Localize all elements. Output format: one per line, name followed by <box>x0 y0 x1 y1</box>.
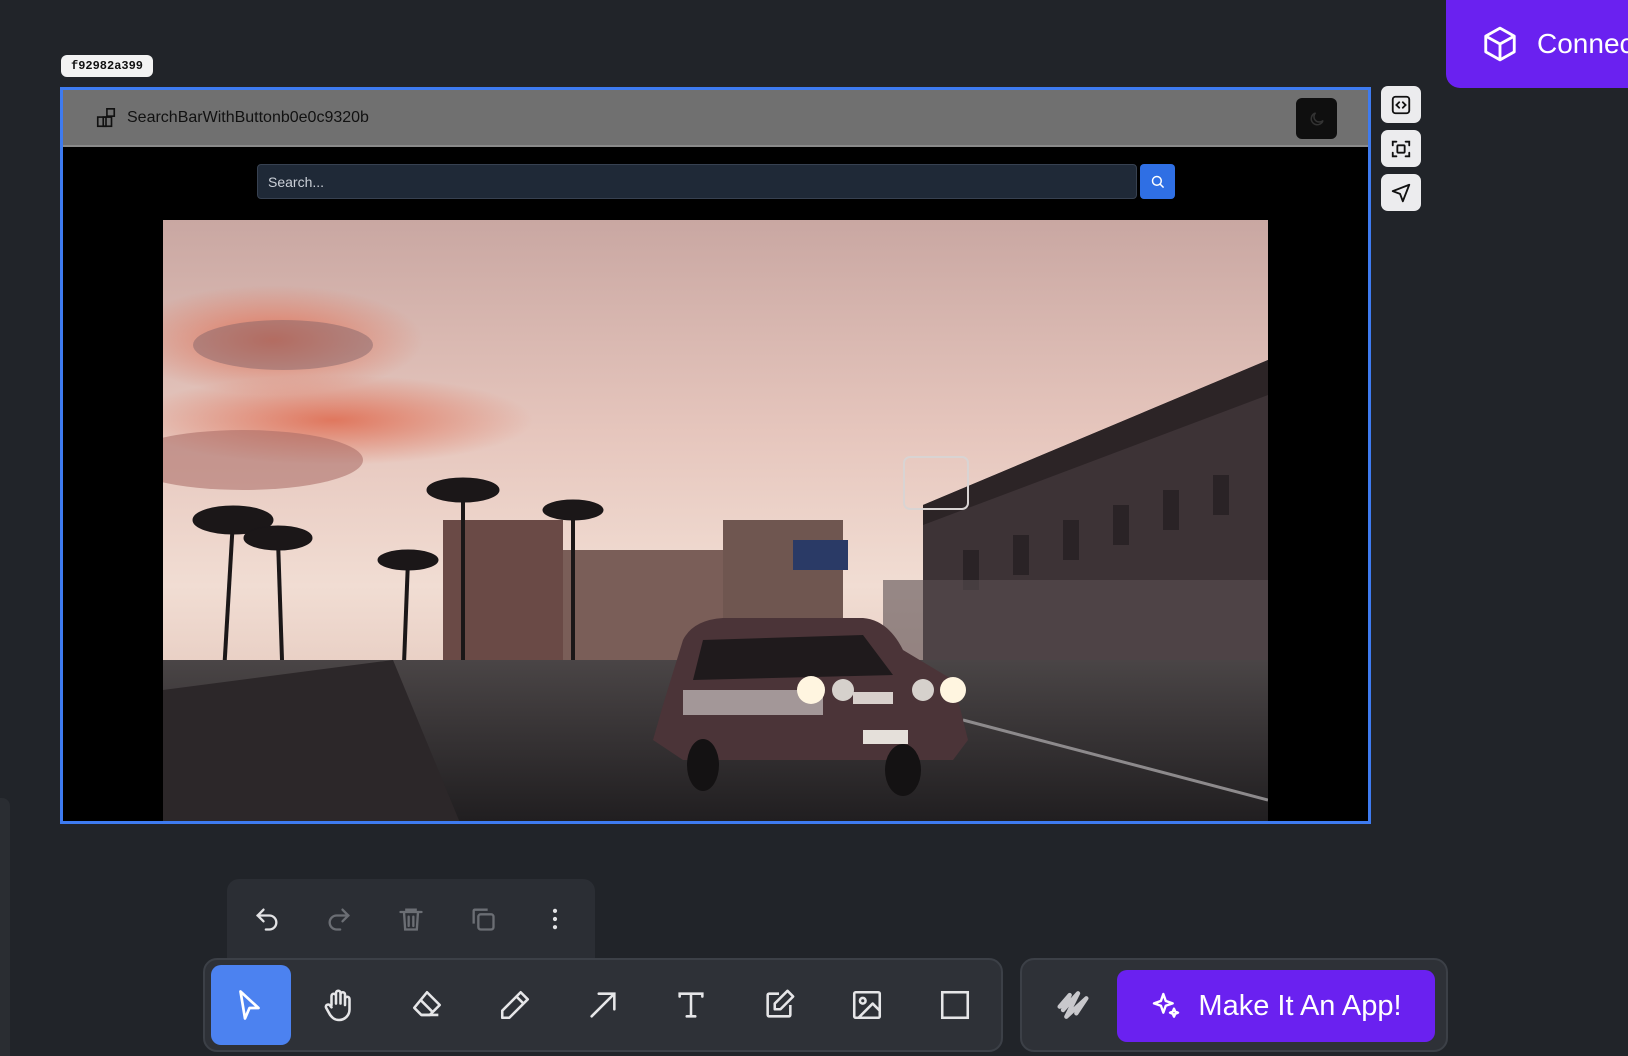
frame-body <box>63 147 1368 821</box>
delete-button[interactable] <box>393 901 429 937</box>
send-icon <box>1390 182 1412 204</box>
duplicate-icon <box>469 905 497 933</box>
select-tool[interactable] <box>211 965 291 1045</box>
rectangle-icon <box>938 988 972 1022</box>
image-tool[interactable] <box>827 965 907 1045</box>
rectangle-tool[interactable] <box>915 965 995 1045</box>
more-options-button[interactable] <box>537 901 573 937</box>
redo-icon <box>325 905 353 933</box>
eraser-icon <box>410 988 444 1022</box>
component-icon <box>95 107 117 129</box>
hand-tool[interactable] <box>299 965 379 1045</box>
drawing-toolbar <box>203 958 1003 1052</box>
frame-id-tag: f92982a399 <box>61 55 154 77</box>
view-code-button[interactable] <box>1381 86 1421 123</box>
arrow-icon <box>586 988 620 1022</box>
more-icon <box>541 905 569 933</box>
image-icon <box>850 988 884 1022</box>
duplicate-button[interactable] <box>465 901 501 937</box>
trash-icon <box>397 905 425 933</box>
pencil-icon <box>498 988 532 1022</box>
search-icon <box>1150 174 1165 189</box>
cursor-icon <box>233 987 269 1023</box>
ai-toolbar: Make It An App! <box>1020 958 1448 1052</box>
frame-header: SearchBarWithButtonb0e0c9320b <box>63 90 1368 147</box>
left-edge-panel <box>0 798 10 1056</box>
component-frame[interactable]: SearchBarWithButtonb0e0c9320b <box>60 87 1371 824</box>
text-tool[interactable] <box>651 965 731 1045</box>
frame-side-tools <box>1381 86 1421 211</box>
note-tool[interactable] <box>739 965 819 1045</box>
undo-button[interactable] <box>249 901 285 937</box>
text-icon <box>674 988 708 1022</box>
theme-toggle-button[interactable] <box>1296 98 1337 139</box>
connect-label: Connec <box>1537 28 1628 59</box>
arrow-tool[interactable] <box>563 965 643 1045</box>
redo-button[interactable] <box>321 901 357 937</box>
pencil-tool[interactable] <box>475 965 555 1045</box>
sparkles-icon <box>1150 990 1182 1022</box>
history-toolbar <box>227 879 595 959</box>
search-input[interactable] <box>257 164 1137 199</box>
connect-button[interactable]: Connec <box>1446 0 1628 88</box>
screenshot-icon <box>1390 138 1412 160</box>
scribble-icon <box>1053 985 1093 1025</box>
undo-icon <box>253 905 281 933</box>
moon-icon <box>1308 110 1326 128</box>
car-photo <box>163 220 1268 821</box>
make-it-an-app-button[interactable]: Make It An App! <box>1117 970 1435 1042</box>
send-button[interactable] <box>1381 174 1421 211</box>
scribble-button[interactable] <box>1040 972 1106 1038</box>
code-icon <box>1390 94 1412 116</box>
eraser-tool[interactable] <box>387 965 467 1045</box>
note-icon <box>762 988 796 1022</box>
make-it-an-app-label: Make It An App! <box>1198 989 1402 1022</box>
search-button[interactable] <box>1140 164 1175 199</box>
screenshot-button[interactable] <box>1381 130 1421 167</box>
component-name: SearchBarWithButtonb0e0c9320b <box>127 108 369 126</box>
cube-icon <box>1481 25 1519 63</box>
hand-icon <box>321 987 357 1023</box>
